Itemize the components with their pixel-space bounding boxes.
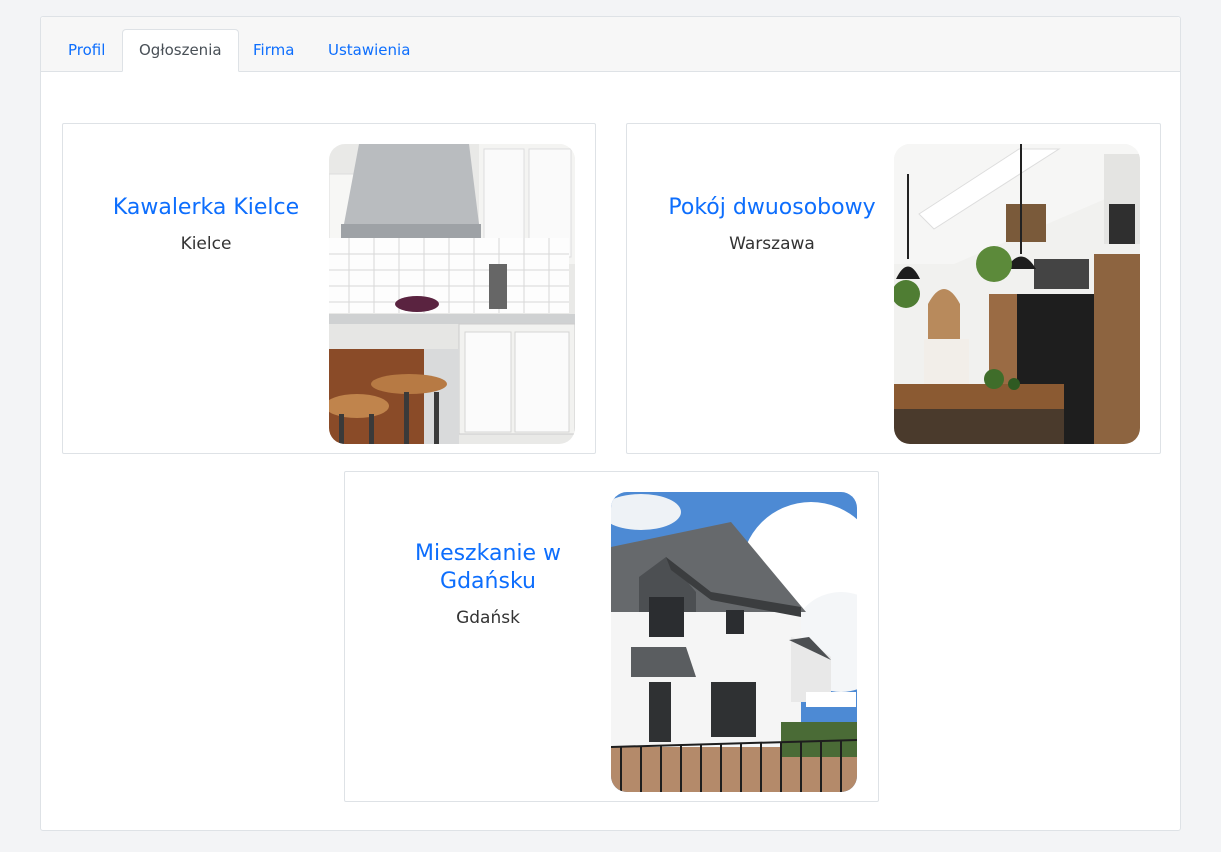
listing-title[interactable]: Kawalerka Kielce [81, 194, 331, 222]
loft-kitchen-photo[interactable] [894, 144, 1140, 444]
house-photo[interactable] [611, 492, 857, 792]
listing-city: Gdańsk [456, 608, 520, 628]
listing-text: Pokój dwuosobowy Warszawa [647, 194, 897, 254]
listing-city: Kielce [180, 234, 232, 254]
kitchen-photo[interactable] [329, 144, 575, 444]
listing-city: Warszawa [729, 234, 815, 254]
tab-profil[interactable]: Profil [52, 29, 121, 72]
listing-title[interactable]: Mieszkanie w Gdańsku [383, 540, 593, 596]
listing-title[interactable]: Pokój dwuosobowy [647, 194, 897, 222]
listing-card[interactable]: Kawalerka Kielce Kielce [62, 123, 596, 454]
content-panel: Profil Ogłoszenia Firma Ustawienia Kawal… [40, 16, 1181, 831]
listing-text: Mieszkanie w Gdańsku Gdańsk [383, 540, 593, 628]
listing-card[interactable]: Pokój dwuosobowy Warszawa [626, 123, 1161, 454]
tab-ustawienia[interactable]: Ustawienia [312, 29, 426, 72]
tab-ogloszenia[interactable]: Ogłoszenia [122, 29, 239, 72]
listing-text: Kawalerka Kielce Kielce [81, 194, 331, 254]
tab-bar: Profil Ogłoszenia Firma Ustawienia [41, 17, 1180, 72]
listing-card[interactable]: Mieszkanie w Gdańsku Gdańsk [344, 471, 879, 802]
tab-firma[interactable]: Firma [237, 29, 310, 72]
